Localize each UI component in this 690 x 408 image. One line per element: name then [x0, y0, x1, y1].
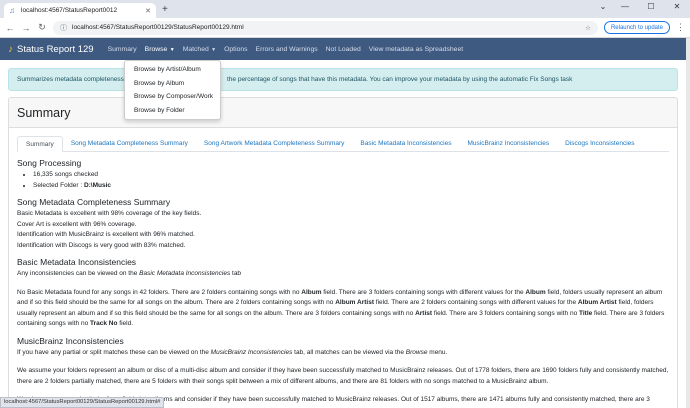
- nav-browse[interactable]: Browse ▼: [141, 46, 179, 53]
- intro-text: tab: [230, 270, 242, 277]
- song-processing-list: 16,335 songs checked Selected Folder : D…: [17, 170, 669, 191]
- browser-menu-icon[interactable]: ⋮: [676, 22, 685, 33]
- detail-text: field. There are 3 folders containing so…: [321, 288, 526, 296]
- field-name: Album Artist: [335, 299, 374, 306]
- song-processing-heading: Song Processing: [17, 158, 82, 168]
- basic-inconsistencies-detail: No Basic Metadata found for any songs in…: [17, 288, 669, 330]
- caret-down-icon: ▼: [168, 46, 175, 53]
- report-tabs: Summary Song Metadata Completeness Summa…: [17, 136, 669, 152]
- musicbrainz-inconsistencies-ref: MusicBrainz Inconsistencies: [210, 348, 293, 356]
- nav-browse-label: Browse: [144, 45, 168, 53]
- page-title: Summary: [9, 98, 677, 128]
- nav-not-loaded[interactable]: Not Loaded: [322, 46, 365, 53]
- bookmark-star-icon[interactable]: ☆: [585, 24, 591, 32]
- musicbrainz-heading: MusicBrainz Inconsistencies: [17, 335, 124, 346]
- nav-errors-warnings[interactable]: Errors and Warnings: [252, 46, 322, 53]
- relaunch-button[interactable]: Relaunch to update: [603, 21, 670, 34]
- page-favicon-icon: ♫: [9, 5, 15, 15]
- reload-icon[interactable]: ↻: [37, 22, 47, 33]
- menu-item-browse-composer-work[interactable]: Browse by Composer/Work: [125, 90, 220, 104]
- basic-inconsistencies-ref: Basic Metadata Inconsistencies: [139, 270, 231, 277]
- menu-item-browse-folder[interactable]: Browse by Folder: [125, 104, 220, 118]
- completeness-lines: Basic Metadata is excellent with 98% cov…: [17, 209, 669, 251]
- music-note-logo-icon: ♪: [8, 43, 13, 55]
- intro-text: menu.: [427, 348, 448, 356]
- field-name: Album Artist: [577, 299, 617, 306]
- browser-tab-bar: ♫ localhost:4567/StatusReport0012 ✕ + ⌄ …: [0, 0, 690, 18]
- basic-inconsistencies-intro: Any inconsistencies can be viewed on the…: [17, 269, 669, 280]
- detail-text: No Basic Metadata found for any songs in…: [17, 288, 302, 296]
- completeness-cover-art: Cover Art is excellent with 96% coverage…: [17, 220, 137, 228]
- selected-folder-label: Selected Folder :: [33, 181, 84, 189]
- info-alert: Summarizes metadata completeness o the p…: [8, 68, 678, 91]
- selected-folder-value: D:\Music: [83, 181, 112, 189]
- tab-basic-metadata-inconsistencies[interactable]: Basic Metadata Inconsistencies: [352, 136, 459, 151]
- alert-text-end: the percentage of songs that have this m…: [226, 76, 573, 83]
- window-controls: ⌄ — ☐ ✕: [594, 0, 690, 14]
- url-text: localhost:4567/StatusReport00129/StatusR…: [72, 24, 244, 31]
- caret-down-icon: ▼: [209, 46, 217, 53]
- musicbrainz-folder-matches: We assume your folders represent an albu…: [17, 367, 669, 385]
- field-name: Title: [579, 309, 593, 317]
- field-name: Track No: [90, 320, 118, 327]
- link-status-bar: localhost:4567/StatusReport00129/StatusR…: [0, 397, 165, 408]
- intro-text: tab, all matches can be viewed via the: [292, 348, 406, 356]
- url-field[interactable]: ⓘ localhost:4567/StatusReport00129/Statu…: [53, 20, 598, 35]
- songs-checked: 16,335 songs checked: [33, 170, 669, 181]
- new-tab-icon[interactable]: +: [162, 4, 168, 15]
- basic-inconsistencies-heading: Basic Metadata Inconsistencies: [17, 257, 137, 267]
- intro-text: If you have any partial or split matches…: [17, 348, 211, 356]
- maximize-icon[interactable]: ☐: [638, 0, 664, 14]
- browse-ref: Browse: [405, 348, 428, 356]
- field-name: Album: [301, 288, 322, 296]
- close-window-icon[interactable]: ✕: [664, 0, 690, 14]
- tab-musicbrainz-inconsistencies[interactable]: MusicBrainz Inconsistencies: [459, 136, 557, 151]
- selected-folder: Selected Folder : D:\Music: [33, 181, 669, 192]
- close-tab-icon[interactable]: ✕: [145, 7, 151, 15]
- brand-title: Status Report 129: [17, 43, 94, 55]
- tab-search-icon[interactable]: ⌄: [594, 0, 612, 14]
- tab-song-metadata-completeness[interactable]: Song Metadata Completeness Summary: [63, 136, 196, 151]
- minimize-icon[interactable]: —: [612, 0, 638, 14]
- browser-tab[interactable]: ♫ localhost:4567/StatusReport0012 ✕: [4, 3, 156, 18]
- completeness-musicbrainz: Identification with MusicBrainz is excel…: [17, 231, 195, 238]
- tab-song-artwork-completeness[interactable]: Song Artwork Metadata Completeness Summa…: [196, 136, 353, 151]
- nav-matched-label: Matched: [182, 45, 209, 53]
- nav-summary[interactable]: Summary: [104, 46, 141, 53]
- intro-text: Any inconsistencies can be viewed on the: [17, 270, 140, 277]
- address-bar: ← → ↻ ⓘ localhost:4567/StatusReport00129…: [0, 18, 690, 38]
- completeness-heading: Song Metadata Completeness Summary: [17, 197, 171, 207]
- back-icon[interactable]: ←: [5, 23, 15, 33]
- forward-icon[interactable]: →: [21, 23, 31, 33]
- page-scrollbar[interactable]: [686, 38, 690, 408]
- musicbrainz-intro: If you have any partial or split matches…: [17, 348, 669, 359]
- completeness-basic: Basic Metadata is excellent with 98% cov…: [17, 210, 202, 217]
- card-body: Summary Song Metadata Completeness Summa…: [9, 128, 677, 406]
- browser-tab-title: localhost:4567/StatusReport0012: [21, 7, 118, 14]
- detail-text: field. There are 3 folders containing so…: [432, 309, 579, 317]
- nav-options[interactable]: Options: [220, 46, 251, 53]
- site-info-icon[interactable]: ⓘ: [60, 23, 67, 33]
- tab-discogs-inconsistencies[interactable]: Discogs Inconsistencies: [557, 136, 642, 151]
- brand[interactable]: ♪ Status Report 129: [8, 44, 94, 55]
- field-name: Artist: [415, 309, 433, 317]
- menu-item-browse-artist-album[interactable]: Browse by Artist/Album: [125, 63, 220, 77]
- completeness-discogs: Identification with Discogs is very good…: [17, 241, 186, 249]
- site-navbar: ♪ Status Report 129 Summary Browse ▼ Mat…: [0, 38, 690, 60]
- nav-matched[interactable]: Matched ▼: [179, 46, 220, 53]
- browse-dropdown-menu: Browse by Artist/Album Browse by Album B…: [124, 60, 221, 120]
- tab-summary[interactable]: Summary: [17, 136, 63, 152]
- detail-text: field. There are 2 folders containing so…: [373, 299, 578, 306]
- menu-item-browse-album[interactable]: Browse by Album: [125, 77, 220, 91]
- field-name: Album: [525, 288, 546, 296]
- nav-view-spreadsheet[interactable]: View metadata as Spreadsheet: [365, 46, 467, 53]
- summary-card: Summary Summary Song Metadata Completene…: [8, 97, 678, 408]
- detail-text: field.: [117, 320, 134, 327]
- alert-text-start: Summarizes metadata completeness o: [17, 76, 130, 83]
